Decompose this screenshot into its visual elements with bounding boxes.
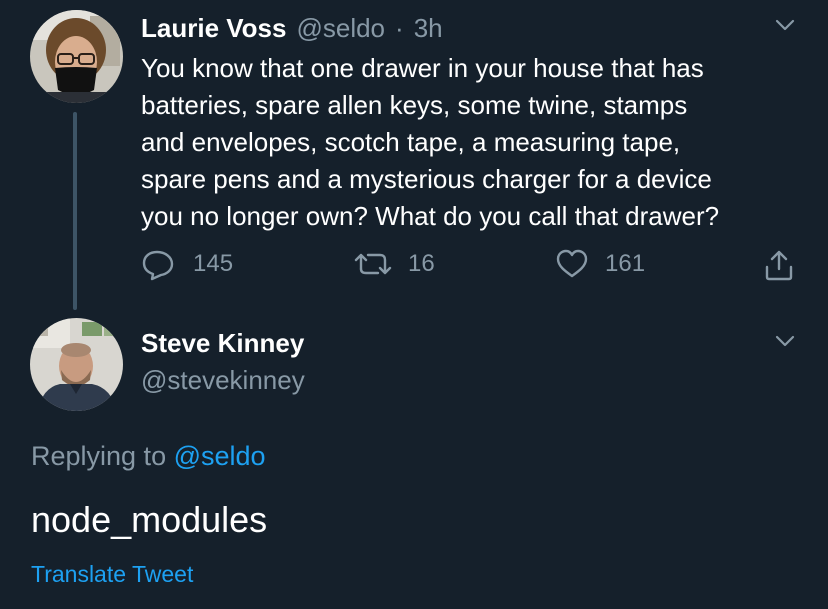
retweets-count: 16 bbox=[408, 250, 435, 277]
chevron-down-icon[interactable] bbox=[772, 328, 798, 354]
share-button[interactable] bbox=[763, 248, 811, 282]
reply-button[interactable]: 145 bbox=[141, 247, 233, 281]
share-icon bbox=[763, 248, 811, 282]
retweet-button[interactable]: 16 bbox=[354, 247, 435, 281]
steve-kinney-avatar[interactable] bbox=[30, 318, 123, 411]
separator-dot: · bbox=[395, 12, 404, 43]
tweet-line: You know that one drawer in your house t… bbox=[141, 53, 704, 83]
reply-author-handle[interactable]: @stevekinney bbox=[141, 365, 305, 396]
author-name[interactable]: Laurie Voss bbox=[141, 13, 286, 44]
author-handle[interactable]: @seldo bbox=[296, 13, 385, 44]
parent-tweet-header: Laurie Voss @seldo · 3h bbox=[141, 11, 443, 45]
tweet-line: spare pens and a mysterious charger for … bbox=[141, 164, 712, 194]
tweet-line: you no longer own? What do you call that… bbox=[141, 201, 720, 231]
like-icon bbox=[555, 247, 605, 281]
replying-to: Replying to @seldo bbox=[31, 441, 266, 472]
reply-author-name[interactable]: Steve Kinney bbox=[141, 328, 304, 359]
likes-count: 161 bbox=[605, 250, 646, 277]
replying-to-handle[interactable]: @seldo bbox=[174, 441, 266, 471]
replies-count: 145 bbox=[193, 250, 234, 277]
reply-icon bbox=[141, 247, 193, 281]
parent-tweet-text: You know that one drawer in your house t… bbox=[141, 50, 801, 235]
retweet-icon bbox=[354, 247, 408, 281]
translate-tweet-link[interactable]: Translate Tweet bbox=[31, 561, 193, 588]
like-button[interactable]: 161 bbox=[555, 247, 645, 281]
laurie-voss-avatar[interactable] bbox=[30, 10, 123, 103]
reply-tweet-text: node_modules bbox=[31, 499, 268, 540]
tweet-line: batteries, spare allen keys, some twine,… bbox=[141, 90, 688, 120]
thread-line bbox=[73, 112, 77, 310]
tweet-time[interactable]: 3h bbox=[414, 13, 443, 44]
tweet-line: and envelopes, scotch tape, a measuring … bbox=[141, 127, 681, 157]
replying-prefix: Replying to bbox=[31, 441, 167, 471]
chevron-down-icon[interactable] bbox=[772, 12, 798, 38]
